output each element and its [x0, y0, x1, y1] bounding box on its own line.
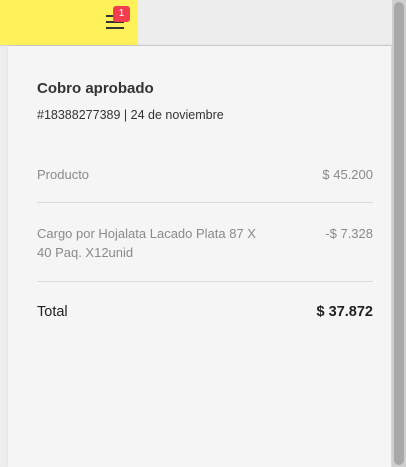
line-item-amount: $ 45.200	[322, 167, 373, 182]
divider	[37, 202, 373, 203]
line-item-label: Cargo por Hojalata Lacado Plata 87 X 40 …	[37, 226, 256, 260]
payment-id-and-date: #18388277389 | 24 de noviembre	[37, 108, 224, 122]
divider	[37, 281, 373, 282]
total-row: Total $ 37.872	[37, 304, 373, 326]
line-item-label: Producto	[37, 167, 90, 182]
vertical-scrollbar[interactable]	[392, 0, 406, 467]
notification-badge[interactable]: 1	[113, 6, 130, 22]
scrollbar-thumb[interactable]	[394, 2, 404, 465]
top-navigation-bar: 1	[0, 0, 392, 46]
menu-bar-bottom	[106, 27, 124, 29]
line-item-charge: Cargo por Hojalata Lacado Plata 87 X 40 …	[37, 224, 373, 264]
payment-status-title: Cobro aprobado	[37, 80, 154, 97]
line-item-product: Producto $ 45.200	[37, 165, 373, 185]
total-amount: $ 37.872	[316, 304, 373, 320]
total-label: Total	[37, 304, 68, 320]
line-item-amount: -$ 7.328	[325, 226, 373, 241]
